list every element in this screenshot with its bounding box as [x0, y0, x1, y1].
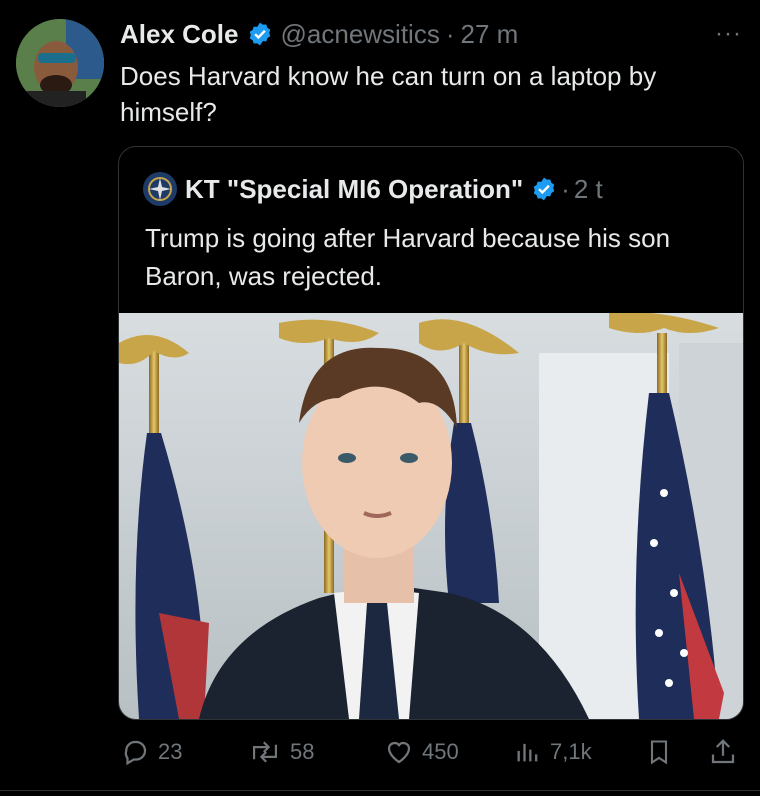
like-icon	[387, 741, 411, 764]
share-button[interactable]	[708, 730, 746, 774]
reply-count: 23	[158, 739, 183, 764]
quote-media-image[interactable]	[119, 313, 743, 719]
quote-text: Trump is going after Harvard because his…	[145, 223, 671, 291]
views-button[interactable]: 7,1k	[514, 730, 592, 774]
quoted-tweet[interactable]: KT "Special MI6 Operation" · 2 t Trump i…	[118, 146, 744, 720]
verified-badge-icon	[531, 176, 557, 202]
repost-icon	[252, 741, 278, 763]
quote-timestamp[interactable]: 2 t	[574, 174, 603, 205]
bookmark-button[interactable]	[645, 730, 681, 774]
tweet-text: Does Harvard know he can turn on a lapto…	[120, 61, 657, 127]
more-icon[interactable]: ···	[715, 20, 742, 48]
timestamp[interactable]: 27 m	[461, 19, 519, 50]
views-icon	[517, 743, 538, 762]
quote-author-name[interactable]: KT "Special MI6 Operation"	[185, 174, 523, 205]
author-name[interactable]: Alex Cole	[120, 19, 239, 50]
tweet-header: Alex Cole @acnewsitics · 27 m	[120, 14, 740, 54]
quote-header: KT "Special MI6 Operation" · 2 t	[143, 169, 603, 209]
divider	[0, 790, 760, 791]
reply-button[interactable]: 23	[120, 730, 182, 774]
separator-dot: ·	[561, 173, 570, 204]
views-count: 7,1k	[550, 739, 592, 764]
share-icon	[711, 739, 735, 764]
reply-icon	[124, 740, 147, 766]
like-button[interactable]: 450	[384, 730, 459, 774]
repost-button[interactable]: 58	[248, 730, 314, 774]
repost-count: 58	[290, 739, 315, 764]
avatar[interactable]	[16, 19, 104, 107]
separator-dot: ·	[445, 18, 455, 49]
quote-avatar[interactable]	[143, 172, 177, 206]
bookmark-icon	[650, 740, 668, 765]
tweet-action-bar: 23 58 450 7,1k	[0, 730, 760, 774]
author-handle[interactable]: @acnewsitics	[281, 19, 440, 50]
verified-badge-icon	[247, 21, 273, 47]
like-count: 450	[422, 739, 459, 764]
